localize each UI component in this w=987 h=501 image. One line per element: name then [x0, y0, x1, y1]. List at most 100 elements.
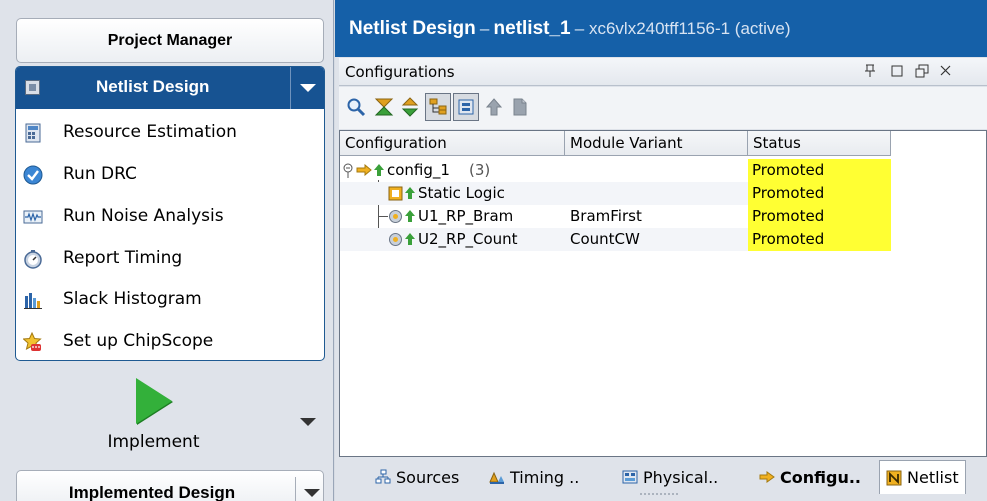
expand-all-icon	[401, 97, 419, 117]
title-separator: –	[479, 19, 490, 38]
netlist-icon	[886, 470, 902, 485]
hierarchy-icon	[429, 98, 447, 115]
tree-toggle-icon[interactable]	[342, 163, 356, 179]
netlist-name: netlist_1	[493, 18, 571, 39]
implement-step[interactable]: Implement	[16, 370, 324, 460]
close-icon[interactable]	[940, 65, 951, 76]
project-manager-button[interactable]: Project Manager	[16, 18, 324, 63]
document-icon	[513, 98, 527, 116]
collapse-all-icon	[374, 98, 394, 116]
static-logic-icon	[388, 186, 403, 201]
table-header: Configuration Module Variant Status	[340, 131, 891, 156]
report-timing-label: Report Timing	[63, 248, 183, 268]
run-noise-analysis-label: Run Noise Analysis	[63, 206, 224, 226]
configurations-table: Configuration Module Variant Status conf…	[339, 130, 987, 457]
stopwatch-icon	[24, 250, 42, 269]
configurations-title: Configurations	[345, 63, 455, 81]
set-up-chipscope-label: Set up ChipScope	[63, 331, 214, 351]
search-icon	[347, 98, 366, 117]
run-drc-label: Run DRC	[63, 164, 137, 184]
chipscope-icon	[23, 332, 42, 351]
grouped-view-icon	[458, 99, 474, 115]
histogram-icon	[24, 293, 42, 309]
physical-icon	[622, 470, 638, 484]
promote-icon	[485, 98, 503, 116]
flow-navigator: Project Manager Netlist Design Resource …	[0, 0, 334, 501]
reconfigurable-partition-icon	[389, 233, 402, 246]
table-row[interactable]: Static Logic Promoted	[340, 182, 891, 205]
tab-sources[interactable]: Sources	[375, 460, 459, 494]
configuration-name: Static Logic	[418, 184, 505, 202]
hierarchy-view-button[interactable]	[425, 93, 451, 121]
table-row[interactable]: config_1 (3) Promoted	[340, 159, 891, 182]
configuration-count: (3)	[469, 161, 491, 179]
timing-icon	[489, 471, 504, 484]
resource-estimation-icon	[25, 123, 41, 143]
implement-label: Implement	[107, 432, 200, 452]
netlist-design-panel: Netlist Design Resource Estimation Run D…	[15, 66, 325, 361]
tab-label: Configu..	[780, 467, 861, 487]
netlist-design-dropdown[interactable]	[290, 67, 324, 109]
column-header-module-variant[interactable]: Module Variant	[565, 131, 748, 156]
view-title: Netlist Design	[349, 18, 476, 39]
run-noise-analysis-item[interactable]: Run Noise Analysis	[16, 197, 324, 237]
status-badge: Promoted	[748, 182, 891, 205]
chip-icon	[25, 80, 40, 95]
sources-icon	[375, 469, 391, 484]
promoted-arrow-icon	[405, 233, 415, 245]
window-title-bar: Netlist Design – netlist_1 – xc6vlx240tf…	[335, 0, 987, 57]
chevron-down-icon[interactable]	[304, 489, 320, 497]
promoted-arrow-icon	[405, 210, 415, 222]
tab-physical[interactable]: Physical..	[622, 460, 718, 494]
tab-label: Sources	[396, 467, 460, 487]
grouped-view-button[interactable]	[453, 93, 479, 121]
column-header-status[interactable]: Status	[748, 131, 891, 156]
netlist-design-title: Netlist Design	[96, 77, 210, 96]
implemented-design-label: Implemented Design	[68, 483, 236, 501]
slack-histogram-item[interactable]: Slack Histogram	[16, 280, 324, 320]
play-icon[interactable]	[136, 378, 172, 424]
promoted-arrow-icon	[405, 187, 415, 199]
table-row[interactable]: U1_RP_Bram BramFirst Promoted	[340, 205, 891, 228]
divider	[295, 477, 296, 501]
status-badge: Promoted	[748, 228, 891, 251]
implement-dropdown-icon[interactable]	[300, 418, 316, 426]
expand-all-button[interactable]	[397, 93, 423, 121]
tab-label: Netlist	[907, 468, 959, 487]
netlist-design-header[interactable]: Netlist Design	[16, 67, 324, 109]
search-button[interactable]	[343, 93, 369, 121]
resize-grip[interactable]	[639, 492, 679, 496]
reconfigurable-partition-icon	[389, 210, 402, 223]
slack-histogram-label: Slack Histogram	[63, 289, 202, 309]
run-drc-item[interactable]: Run DRC	[16, 155, 324, 195]
design-view: Netlist Design – netlist_1 – xc6vlx240tf…	[335, 0, 987, 501]
status-badge: Promoted	[748, 205, 891, 228]
resource-estimation-label: Resource Estimation	[63, 122, 237, 142]
module-variant: BramFirst	[570, 207, 642, 225]
chevron-down-icon	[299, 84, 316, 92]
tab-label: Timing ..	[510, 467, 580, 487]
resource-estimation-item[interactable]: Resource Estimation	[16, 113, 324, 153]
configurations-icon	[759, 471, 775, 483]
tab-configurations[interactable]: Configu..	[759, 460, 861, 494]
report-timing-item[interactable]: Report Timing	[16, 239, 324, 279]
tab-label: Physical..	[643, 467, 719, 487]
promote-button[interactable]	[481, 93, 507, 121]
pin-icon[interactable]	[864, 64, 876, 78]
implemented-design-button[interactable]: Implemented Design	[16, 470, 324, 501]
tab-timing[interactable]: Timing ..	[489, 460, 579, 494]
status-badge: Promoted	[748, 159, 891, 182]
configurations-toolbar	[339, 87, 987, 129]
tab-netlist[interactable]: Netlist	[879, 460, 966, 494]
restore-icon[interactable]	[891, 65, 903, 77]
maximize-icon[interactable]	[915, 64, 929, 78]
collapse-all-button[interactable]	[371, 93, 397, 121]
table-row[interactable]: U2_RP_Count CountCW Promoted	[340, 228, 891, 251]
configuration-name: U2_RP_Count	[418, 230, 518, 248]
configuration-arrow-icon	[356, 164, 372, 176]
configurations-tab-header: Configurations	[339, 58, 987, 86]
configuration-name: U1_RP_Bram	[418, 207, 514, 225]
column-header-configuration[interactable]: Configuration	[340, 131, 565, 156]
set-up-chipscope-item[interactable]: Set up ChipScope	[16, 322, 324, 360]
document-button[interactable]	[507, 93, 533, 121]
